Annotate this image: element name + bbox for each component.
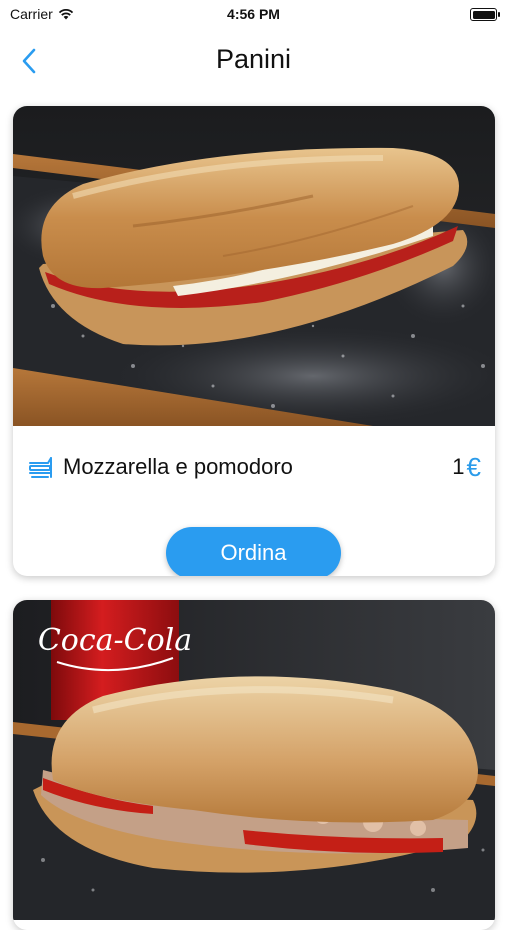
order-button[interactable]: Ordina (166, 527, 341, 576)
page-title: Panini (215, 44, 292, 74)
product-photo: Coca-Cola (13, 600, 495, 920)
product-name: Mozzarella e pomodoro (63, 454, 293, 479)
product-info: Mozzarella e pomodoro 1 € Ordina (13, 426, 495, 576)
battery-icon (470, 8, 500, 21)
sandwich-icon (29, 457, 52, 478)
navigation-bar: Panini (0, 30, 507, 90)
clock: 4:56 PM (227, 6, 280, 22)
price-value: 1 (452, 454, 465, 479)
euro-icon: € (466, 451, 481, 482)
status-bar: Carrier 4:56 PM (0, 0, 507, 30)
product-card: Coca-Cola (13, 600, 495, 930)
product-price: 1 € (452, 452, 481, 483)
product-photo (13, 106, 495, 426)
can-label: Coca-Cola (38, 623, 192, 658)
product-card: Mozzarella e pomodoro 1 € Ordina (13, 106, 495, 576)
product-row: Mozzarella e pomodoro 1 € (27, 450, 481, 484)
